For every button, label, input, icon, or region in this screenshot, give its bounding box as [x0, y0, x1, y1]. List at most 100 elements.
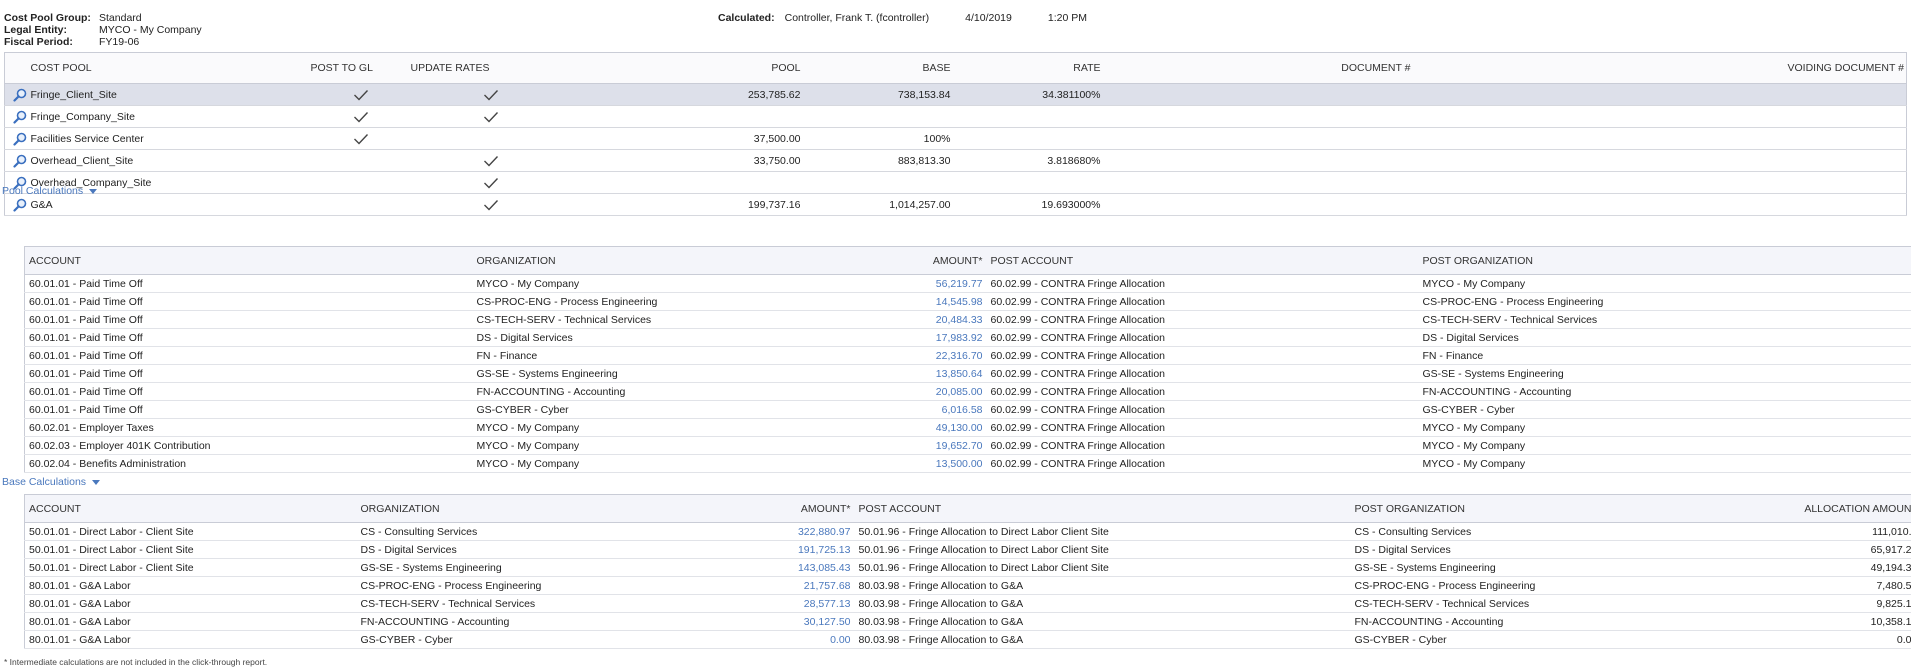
col-cost-pool[interactable]: COST POOL — [30, 52, 311, 84]
organization-cell: MYCO - My Company — [472, 418, 885, 437]
amount-link[interactable]: 13,500.00 — [884, 454, 987, 473]
amount-link[interactable]: 30,127.50 — [656, 612, 855, 631]
pool-calc-header-row: ACCOUNT ORGANIZATION AMOUNT* POST ACCOUN… — [24, 246, 1911, 275]
magnifier-icon[interactable] — [13, 132, 27, 146]
cost-pool-group-value: Standard — [99, 12, 142, 24]
account-cell: 60.01.01 - Paid Time Off — [24, 364, 473, 383]
amount-link[interactable]: 20,484.33 — [884, 310, 987, 329]
post-account-cell: 60.02.99 - CONTRA Fringe Allocation — [986, 454, 1419, 473]
magnify-cell[interactable] — [4, 83, 31, 106]
update-rates-cell — [410, 83, 571, 106]
magnify-cell[interactable] — [4, 127, 31, 150]
post-organization-cell: FN-ACCOUNTING - Accounting — [1350, 612, 1733, 631]
organization-cell: FN-ACCOUNTING - Accounting — [356, 612, 657, 631]
account-cell: 80.01.01 - G&A Labor — [24, 594, 357, 613]
col-organization[interactable]: ORGANIZATION — [472, 246, 885, 275]
voiding-document-number — [1490, 83, 1907, 106]
cost-pool-row[interactable]: Overhead_Client_Site 33,750.00 883,813.30 3… — [4, 149, 1907, 172]
account-cell: 80.01.01 - G&A Labor — [24, 576, 357, 595]
col-allocation-amount[interactable]: ALLOCATION AMOUN — [1732, 494, 1911, 523]
voiding-document-number — [1490, 127, 1907, 150]
cost-pool-row[interactable]: Overhead_Company_Site — [4, 171, 1907, 194]
col-base[interactable]: BASE — [800, 52, 951, 84]
post-account-cell: 60.02.99 - CONTRA Fringe Allocation — [986, 292, 1419, 311]
col-post-to-gl[interactable]: POST TO GL — [310, 52, 411, 84]
amount-link[interactable]: 17,983.92 — [884, 328, 987, 347]
organization-cell: GS-CYBER - Cyber — [356, 630, 657, 649]
organization-cell: MYCO - My Company — [472, 436, 885, 455]
cost-pool-name: Fringe_Company_Site — [30, 105, 311, 128]
allocation-amount-cell: 7,480.5 — [1732, 576, 1911, 595]
table-row: 60.01.01 - Paid Time Off FN - Finance 22,3… — [24, 346, 1911, 365]
amount-link[interactable]: 22,316.70 — [884, 346, 987, 365]
cost-pool-row[interactable]: G&A 199,737.16 1,014,257.00 19.693000% — [4, 193, 1907, 216]
pool-value: 199,737.16 — [570, 193, 801, 216]
table-row: 60.02.01 - Employer Taxes MYCO - My Compa… — [24, 418, 1911, 437]
magnifier-icon[interactable] — [13, 154, 27, 168]
update-rates-cell — [410, 171, 571, 194]
pool-value: 253,785.62 — [570, 83, 801, 106]
document-number — [1100, 127, 1491, 150]
base-calculations-title: Base Calculations — [2, 476, 87, 488]
amount-link[interactable]: 19,652.70 — [884, 436, 987, 455]
amount-link[interactable]: 143,085.43 — [656, 558, 855, 577]
magnifier-icon[interactable] — [13, 88, 27, 102]
col-document-number[interactable]: DOCUMENT # — [1100, 52, 1491, 84]
pool-calculations-toggle[interactable]: Pool Calculations — [2, 185, 98, 197]
post-organization-cell: MYCO - My Company — [1418, 418, 1911, 437]
table-row: 80.01.01 - G&A Labor CS-PROC-ENG - Proces… — [24, 576, 1911, 595]
amount-link[interactable]: 56,219.77 — [884, 274, 987, 293]
amount-link[interactable]: 6,016.58 — [884, 400, 987, 419]
header-info: Cost Pool Group: Standard Legal Entity: … — [4, 12, 202, 48]
post-account-cell: 60.02.99 - CONTRA Fringe Allocation — [986, 274, 1419, 293]
col-post-organization[interactable]: POST ORGANIZATION — [1418, 246, 1911, 275]
document-number — [1100, 171, 1491, 194]
magnify-cell[interactable] — [4, 105, 31, 128]
col-post-account[interactable]: POST ACCOUNT — [986, 246, 1419, 275]
cost-pool-row[interactable]: Fringe_Client_Site 253,785.62 738,153.84 34… — [4, 83, 1907, 106]
amount-link[interactable]: 49,130.00 — [884, 418, 987, 437]
cost-pool-row[interactable]: Facilities Service Center 37,500.00 100% — [4, 127, 1907, 150]
amount-link[interactable]: 13,850.64 — [884, 364, 987, 383]
rate-value: 3.818680% — [950, 149, 1101, 172]
rate-value — [950, 127, 1101, 150]
amount-link[interactable]: 191,725.13 — [656, 540, 855, 559]
amount-link[interactable]: 28,577.13 — [656, 594, 855, 613]
col-amount[interactable]: AMOUNT* — [884, 246, 987, 275]
calculated-label: Calculated: — [718, 12, 775, 24]
col-post-organization[interactable]: POST ORGANIZATION — [1350, 494, 1733, 523]
magnifier-icon[interactable] — [13, 110, 27, 124]
table-row: 50.01.01 - Direct Labor - Client Site GS-… — [24, 558, 1911, 577]
post-account-cell: 80.03.98 - Fringe Allocation to G&A — [854, 630, 1351, 649]
organization-cell: MYCO - My Company — [472, 454, 885, 473]
col-update-rates[interactable]: UPDATE RATES — [410, 52, 571, 84]
rate-value: 34.381100% — [950, 83, 1101, 106]
col-account[interactable]: ACCOUNT — [24, 494, 357, 523]
amount-link[interactable]: 20,085.00 — [884, 382, 987, 401]
table-row: 60.01.01 - Paid Time Off GS-SE - Systems … — [24, 364, 1911, 383]
col-pool[interactable]: POOL — [570, 52, 801, 84]
base-value: 883,813.30 — [800, 149, 951, 172]
col-amount[interactable]: AMOUNT* — [656, 494, 855, 523]
amount-link[interactable]: 322,880.97 — [656, 522, 855, 541]
table-row: 60.01.01 - Paid Time Off DS - Digital Ser… — [24, 328, 1911, 347]
cost-pool-table: COST POOL POST TO GL UPDATE RATES POOL B… — [4, 52, 1907, 216]
col-account[interactable]: ACCOUNT — [24, 246, 473, 275]
table-row: 60.01.01 - Paid Time Off GS-CYBER - Cyber… — [24, 400, 1911, 419]
update-rates-cell — [410, 193, 571, 216]
col-voiding-document-number[interactable]: VOIDING DOCUMENT # — [1490, 52, 1907, 84]
cost-pool-name: Overhead_Client_Site — [30, 149, 311, 172]
rate-value — [950, 171, 1101, 194]
magnify-cell[interactable] — [4, 149, 31, 172]
col-organization[interactable]: ORGANIZATION — [356, 494, 657, 523]
calculated-info: Calculated: Controller, Frank T. (fcontr… — [718, 12, 1087, 24]
amount-link[interactable]: 21,757.68 — [656, 576, 855, 595]
amount-link[interactable]: 14,545.98 — [884, 292, 987, 311]
post-organization-cell: DS - Digital Services — [1418, 328, 1911, 347]
amount-link[interactable]: 0.00 — [656, 630, 855, 649]
col-post-account[interactable]: POST ACCOUNT — [854, 494, 1351, 523]
col-rate[interactable]: RATE — [950, 52, 1101, 84]
magnifier-icon[interactable] — [13, 198, 27, 212]
base-calculations-toggle[interactable]: Base Calculations — [2, 476, 101, 488]
cost-pool-row[interactable]: Fringe_Company_Site — [4, 105, 1907, 128]
